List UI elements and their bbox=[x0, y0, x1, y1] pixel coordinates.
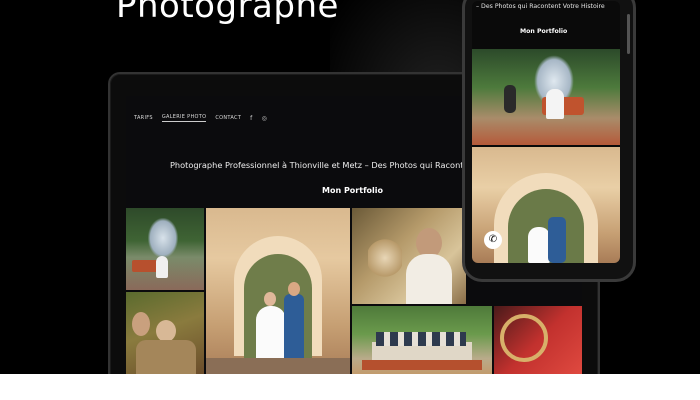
nav-tarifs[interactable]: TARIFS bbox=[134, 115, 153, 121]
nav-galerie-photo[interactable]: GALERIE PHOTO bbox=[161, 114, 207, 122]
hero-title: Photographe bbox=[116, 0, 339, 26]
gallery-photo-outdoor-group[interactable] bbox=[352, 306, 492, 376]
phone-subtitle: – Des Photos qui Racontent Votre Histoir… bbox=[476, 3, 605, 10]
phone-side-button bbox=[627, 14, 630, 54]
instagram-icon[interactable]: ◎ bbox=[262, 115, 268, 122]
page-subtitle: Photographe Professionnel à Thionville e… bbox=[170, 160, 474, 170]
gallery-photo-group[interactable] bbox=[126, 292, 204, 376]
phone-icon: ✆ bbox=[488, 234, 498, 245]
call-button[interactable]: ✆ bbox=[484, 231, 502, 249]
phone-photo-fountain[interactable] bbox=[472, 49, 620, 145]
nav-contact[interactable]: CONTACT bbox=[215, 115, 241, 121]
phone-portfolio-heading: Mon Portfolio bbox=[520, 28, 568, 35]
facebook-icon[interactable]: f bbox=[250, 115, 252, 122]
gallery-photo-detail[interactable] bbox=[494, 306, 582, 376]
gallery-photo-fountain[interactable] bbox=[126, 208, 204, 290]
phone-mockup: – Des Photos qui Racontent Votre Histoir… bbox=[462, 0, 636, 282]
gallery-photo-bride[interactable] bbox=[352, 208, 466, 304]
phone-screen: – Des Photos qui Racontent Votre Histoir… bbox=[472, 1, 620, 263]
portfolio-heading: Mon Portfolio bbox=[322, 186, 384, 195]
laptop-nav: TARIFS GALERIE PHOTO CONTACT f ◎ bbox=[134, 114, 267, 122]
gallery-photo-couple-archway[interactable] bbox=[206, 208, 350, 376]
floor bbox=[0, 374, 700, 400]
